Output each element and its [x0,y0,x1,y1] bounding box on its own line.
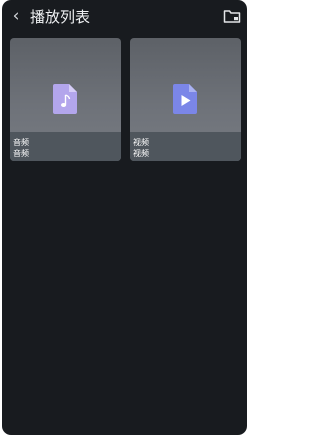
page-title: 播放列表 [30,8,91,26]
back-arrow-icon[interactable]: ‹ [6,6,26,26]
music-file-icon [53,84,77,114]
folder-icon[interactable] [223,8,241,24]
playlist-card-audio[interactable]: 音频 音频 [10,38,121,161]
playlist-subtitle: 视频 [133,149,149,158]
playlist-subtitle: 音频 [13,149,29,158]
video-file-icon [173,84,197,114]
playlist-card-video[interactable]: 视频 视频 [130,38,241,161]
app-screen: ‹ 播放列表 音频 音频 视频 视频 [2,0,247,435]
top-bar: ‹ 播放列表 [2,0,247,34]
playlist-name: 视频 [133,138,149,147]
playlist-name: 音频 [13,138,29,147]
